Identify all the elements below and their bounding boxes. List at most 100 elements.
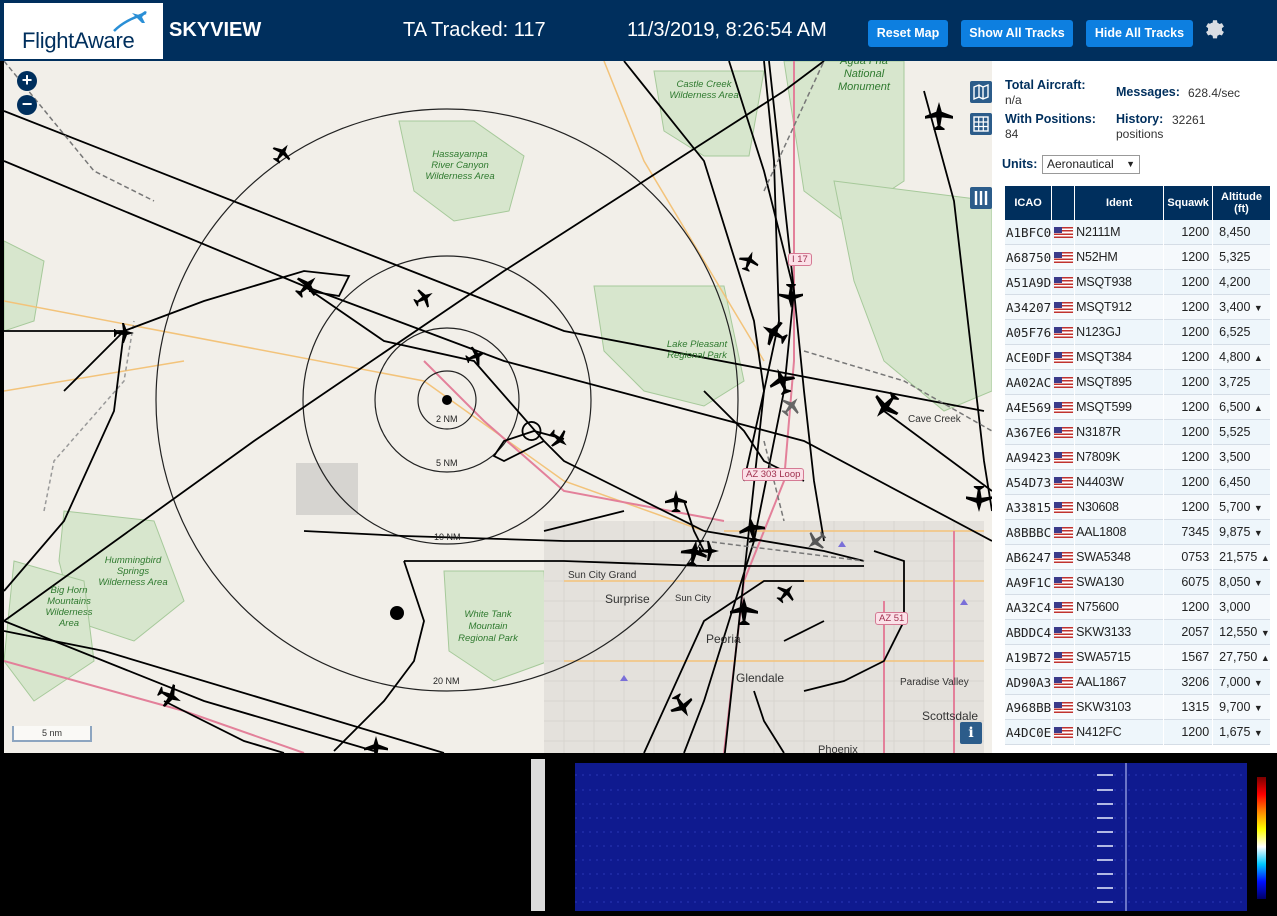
altitude-trend-icon: ▼: [1253, 578, 1263, 588]
cell-ident: N4403W: [1075, 470, 1164, 495]
gear-icon[interactable]: [1203, 17, 1227, 41]
columns-toggle-button[interactable]: [970, 187, 992, 209]
cell-icao: AA32C4: [1005, 595, 1052, 620]
cell-altitude: 5,700 ▼: [1213, 495, 1270, 520]
altitude-value: 5,325: [1219, 250, 1251, 264]
cell-icao: A54D73: [1005, 470, 1052, 495]
altitude-value: 4,800: [1219, 350, 1251, 364]
table-row[interactable]: A33815 N30608 1200 5,700 ▼: [1005, 495, 1270, 520]
shield-az303: AZ 303 Loop: [742, 468, 805, 481]
altitude-trend-icon: ▼: [1253, 678, 1263, 688]
cell-icao: AA9423: [1005, 445, 1052, 470]
table-row[interactable]: A4E569 MSQT599 1200 6,500 ▲: [1005, 395, 1270, 420]
receiver-location: [442, 395, 452, 405]
cell-altitude: 27,750 ▲: [1213, 645, 1270, 670]
table-row[interactable]: A51A9D MSQT938 1200 4,200: [1005, 270, 1270, 295]
table-row[interactable]: AB6247 SWA5348 0753 21,575 ▲: [1005, 545, 1270, 570]
cell-squawk: 1200: [1164, 470, 1213, 495]
altitude-value: 4,200: [1219, 275, 1251, 289]
col-altitude[interactable]: Altitude (ft): [1213, 186, 1270, 220]
cell-icao: A367E6: [1005, 420, 1052, 445]
altitude-trend-icon: ▲: [1253, 403, 1263, 413]
altitude-value: 5,525: [1219, 425, 1251, 439]
grid-toggle-button[interactable]: [970, 113, 992, 135]
altitude-value: 3,725: [1219, 375, 1251, 389]
cell-ident: AAL1867: [1075, 670, 1164, 695]
col-flag[interactable]: [1052, 186, 1075, 220]
cell-altitude: 7,000 ▼: [1213, 670, 1270, 695]
cell-altitude: 3,500: [1213, 445, 1270, 470]
flight-map[interactable]: 2 NM 5 NM 10 NM 20 NM Castle Creek Wilde…: [4, 61, 992, 753]
col-icao[interactable]: ICAO: [1005, 186, 1052, 220]
cell-altitude: 3,000: [1213, 595, 1270, 620]
label-national-monument: Agua Fria National Monument: [838, 61, 890, 93]
info-button[interactable]: i: [960, 722, 982, 744]
logo-text: FlightAware: [22, 28, 135, 53]
cell-ident: SKW3133: [1075, 620, 1164, 645]
label-sun-city-grand: Sun City Grand: [568, 570, 637, 581]
zoom-out-button[interactable]: −: [17, 95, 37, 115]
show-all-tracks-button[interactable]: Show All Tracks: [961, 20, 1073, 47]
table-row[interactable]: A34207 MSQT912 1200 3,400 ▼: [1005, 295, 1270, 320]
cell-ident: AAL1808: [1075, 520, 1164, 545]
table-row[interactable]: A05F76 N123GJ 1200 6,525: [1005, 320, 1270, 345]
table-row[interactable]: AA02AC MSQT895 1200 3,725: [1005, 370, 1270, 395]
total-aircraft-label: Total Aircraft:: [1005, 78, 1086, 92]
table-row[interactable]: A4DC0E N412FC 1200 1,675 ▼: [1005, 720, 1270, 745]
cell-ident: N412FC: [1075, 720, 1164, 745]
cell-ident: N2111M: [1075, 220, 1164, 245]
cell-ident: N7809K: [1075, 445, 1164, 470]
us-flag-icon: [1052, 695, 1075, 720]
cell-squawk: 1200: [1164, 270, 1213, 295]
label-cave-creek: Cave Creek: [908, 414, 961, 425]
table-row[interactable]: A1BFC0 N2111M 1200 8,450: [1005, 220, 1270, 245]
us-flag-icon: [1052, 720, 1075, 745]
table-row[interactable]: A54D73 N4403W 1200 6,450: [1005, 470, 1270, 495]
table-row[interactable]: ABDDC4 SKW3133 2057 12,550 ▼: [1005, 620, 1270, 645]
table-row[interactable]: AA9423 N7809K 1200 3,500: [1005, 445, 1270, 470]
table-row[interactable]: ACE0DF MSQT384 1200 4,800 ▲: [1005, 345, 1270, 370]
altitude-value: 9,700: [1219, 700, 1251, 714]
shield-az51: AZ 51: [875, 612, 909, 625]
flightaware-logo[interactable]: FlightAware: [4, 3, 163, 59]
label-peoria: Peoria: [706, 632, 741, 646]
reset-map-button[interactable]: Reset Map: [868, 20, 948, 47]
table-row[interactable]: A19B72 SWA5715 1567 27,750 ▲: [1005, 645, 1270, 670]
cell-ident: N75600: [1075, 595, 1164, 620]
us-flag-icon: [1052, 620, 1075, 645]
cell-ident: MSQT599: [1075, 395, 1164, 420]
spectrogram-noise: [575, 763, 1247, 911]
altitude-value: 5,700: [1219, 500, 1251, 514]
us-flag-icon: [1052, 320, 1075, 345]
altitude-value: 9,875: [1219, 525, 1251, 539]
map-icon: [973, 83, 989, 101]
table-row[interactable]: AA9F1C SWA130 6075 8,050 ▼: [1005, 570, 1270, 595]
altitude-trend-icon: ▲: [1260, 653, 1270, 663]
table-row[interactable]: A367E6 N3187R 1200 5,525: [1005, 420, 1270, 445]
units-select[interactable]: Aeronautical ▼: [1042, 155, 1140, 174]
current-datetime: 11/3/2019, 8:26:54 AM: [627, 19, 827, 41]
table-row[interactable]: A8BBBC AAL1808 7345 9,875 ▼: [1005, 520, 1270, 545]
cell-altitude: 6,500 ▲: [1213, 395, 1270, 420]
aircraft-panel: Total Aircraft: n/a With Positions: 84 M…: [992, 61, 1277, 753]
map-scale-bar: 5 nm: [12, 726, 92, 742]
col-squawk[interactable]: Squawk: [1164, 186, 1213, 220]
cell-squawk: 1200: [1164, 245, 1213, 270]
cell-icao: ABDDC4: [1005, 620, 1052, 645]
table-row[interactable]: AA32C4 N75600 1200 3,000: [1005, 595, 1270, 620]
altitude-value: 3,400: [1219, 300, 1251, 314]
zoom-in-button[interactable]: +: [17, 71, 37, 91]
cell-squawk: 1200: [1164, 370, 1213, 395]
cell-squawk: 1200: [1164, 420, 1213, 445]
table-row[interactable]: AD90A3 AAL1867 3206 7,000 ▼: [1005, 670, 1270, 695]
park-big-horn: [4, 560, 95, 702]
hide-all-tracks-button[interactable]: Hide All Tracks: [1086, 20, 1193, 47]
table-row[interactable]: A968BB SKW3103 1315 9,700 ▼: [1005, 695, 1270, 720]
cell-ident: MSQT938: [1075, 270, 1164, 295]
map-layers-button[interactable]: [970, 81, 992, 103]
cell-altitude: 4,800 ▲: [1213, 345, 1270, 370]
col-ident[interactable]: Ident: [1075, 186, 1164, 220]
table-row[interactable]: A68750 N52HM 1200 5,325: [1005, 245, 1270, 270]
altitude-value: 1,675: [1219, 725, 1251, 739]
grid-icon: [973, 116, 989, 132]
